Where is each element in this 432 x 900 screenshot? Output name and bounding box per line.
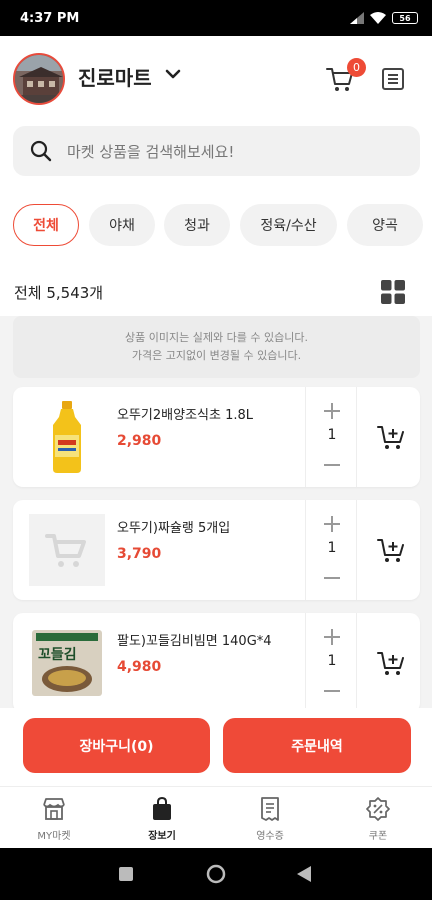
search-placeholder: 마켓 상품을 검색해보세요! <box>67 142 235 161</box>
home-icon[interactable] <box>206 864 226 884</box>
battery-icon: 56 <box>392 12 418 24</box>
result-count: 전체 5,543개 <box>14 284 104 302</box>
system-nav-bar <box>0 848 432 900</box>
status-time: 4:37 PM <box>20 10 80 26</box>
store-icon <box>43 798 65 820</box>
product-image: 꼬들김 <box>29 627 105 699</box>
order-list-icon[interactable] <box>380 66 406 92</box>
quantity-stepper: 1 <box>305 387 357 487</box>
minus-icon[interactable] <box>322 455 342 475</box>
product-price: 4,980 <box>117 659 162 675</box>
battery-level: 56 <box>399 13 411 23</box>
quantity-value: 1 <box>327 540 337 556</box>
store-photo <box>15 55 63 103</box>
grid-view-icon[interactable] <box>381 280 405 304</box>
product-name[interactable]: 팔도)꼬들김비빔면 140G*4 <box>117 630 272 649</box>
product-card[interactable]: 오뚜기)짜슐랭 5개입 3,790 1 <box>13 500 420 600</box>
cart-count-badge: 0 <box>347 58 366 77</box>
product-image <box>29 401 105 473</box>
recents-icon[interactable] <box>119 867 133 881</box>
coupon-icon <box>366 797 390 821</box>
tab-label: 영수증 <box>256 831 284 842</box>
result-count-row: 전체 5,543개 <box>0 264 432 316</box>
plus-icon[interactable] <box>322 401 342 421</box>
product-price: 2,980 <box>117 433 162 449</box>
vinegar-bottle-image <box>53 401 81 473</box>
quantity-stepper: 1 <box>305 500 357 600</box>
plus-icon[interactable] <box>322 627 342 647</box>
tab-coupon[interactable]: 쿠폰 <box>324 787 432 849</box>
minus-icon[interactable] <box>322 568 342 588</box>
shopping-bag-icon <box>153 797 171 820</box>
tab-receipt[interactable]: 영수증 <box>216 787 324 849</box>
back-icon[interactable] <box>297 866 311 882</box>
noodle-pack-image: 꼬들김 <box>32 630 102 696</box>
wifi-icon <box>370 12 386 24</box>
cart-button[interactable]: 장바구니(0) <box>23 718 210 773</box>
bottom-actions: 장바구니(0) 주문내역 <box>0 708 432 786</box>
category-chip-grain[interactable]: 양곡 <box>347 204 423 246</box>
order-history-button[interactable]: 주문내역 <box>223 718 411 773</box>
placeholder-cart-icon <box>45 534 86 567</box>
pack-band <box>36 633 98 641</box>
chevron-down-icon[interactable] <box>163 64 183 84</box>
quantity-stepper: 1 <box>305 613 357 713</box>
disclaimer-notice: 상품 이미지는 실제와 다를 수 있습니다. 가격은 고지없이 변경될 수 있습… <box>13 316 420 378</box>
notice-line-2: 가격은 고지없이 변경될 수 있습니다. <box>131 349 302 362</box>
store-avatar[interactable] <box>13 53 65 105</box>
tab-label: MY마켓 <box>37 831 71 842</box>
app-header: 진로마트 0 <box>0 36 432 118</box>
signal-icon <box>350 12 364 24</box>
category-tabs: 전체 야채 청과 정육/수산 양곡 <box>0 188 432 264</box>
add-to-cart-icon[interactable] <box>377 536 405 564</box>
quantity-value: 1 <box>327 427 337 443</box>
tab-my-market[interactable]: MY마켓 <box>0 787 108 849</box>
category-chip-all[interactable]: 전체 <box>13 204 79 246</box>
search-section: 마켓 상품을 검색해보세요! <box>0 118 432 188</box>
quantity-value: 1 <box>327 653 337 669</box>
add-to-cart-icon[interactable] <box>377 649 405 677</box>
add-to-cart-icon[interactable] <box>377 423 405 451</box>
product-name[interactable]: 오뚜기)짜슐랭 5개입 <box>117 517 230 536</box>
category-chip-vegetable[interactable]: 야채 <box>89 204 155 246</box>
noodle-food <box>48 670 86 686</box>
notice-line-1: 상품 이미지는 실제와 다를 수 있습니다. <box>125 331 308 344</box>
category-chip-meat-seafood[interactable]: 정육/수산 <box>240 204 337 246</box>
tab-label: 쿠폰 <box>368 831 388 842</box>
status-bar: 4:37 PM 56 <box>0 0 432 36</box>
product-name[interactable]: 오뚜기2배양조식초 1.8L <box>117 404 253 423</box>
product-image <box>29 514 105 586</box>
store-name[interactable]: 진로마트 <box>78 62 152 91</box>
product-card[interactable]: 꼬들김 팔도)꼬들김비빔면 140G*4 4,980 1 <box>13 613 420 713</box>
bottom-tab-bar: MY마켓 장보기 영수증 쿠폰 <box>0 786 432 848</box>
search-input[interactable]: 마켓 상품을 검색해보세요! <box>13 126 420 176</box>
search-icon <box>30 140 52 162</box>
product-price: 3,790 <box>117 546 162 562</box>
plus-icon[interactable] <box>322 514 342 534</box>
receipt-icon <box>261 797 279 821</box>
product-card[interactable]: 오뚜기2배양조식초 1.8L 2,980 1 <box>13 387 420 487</box>
tab-shopping[interactable]: 장보기 <box>108 787 216 849</box>
category-chip-fruit[interactable]: 청과 <box>164 204 230 246</box>
tab-label: 장보기 <box>148 831 176 842</box>
pack-label: 꼬들김 <box>38 647 77 663</box>
minus-icon[interactable] <box>322 681 342 701</box>
